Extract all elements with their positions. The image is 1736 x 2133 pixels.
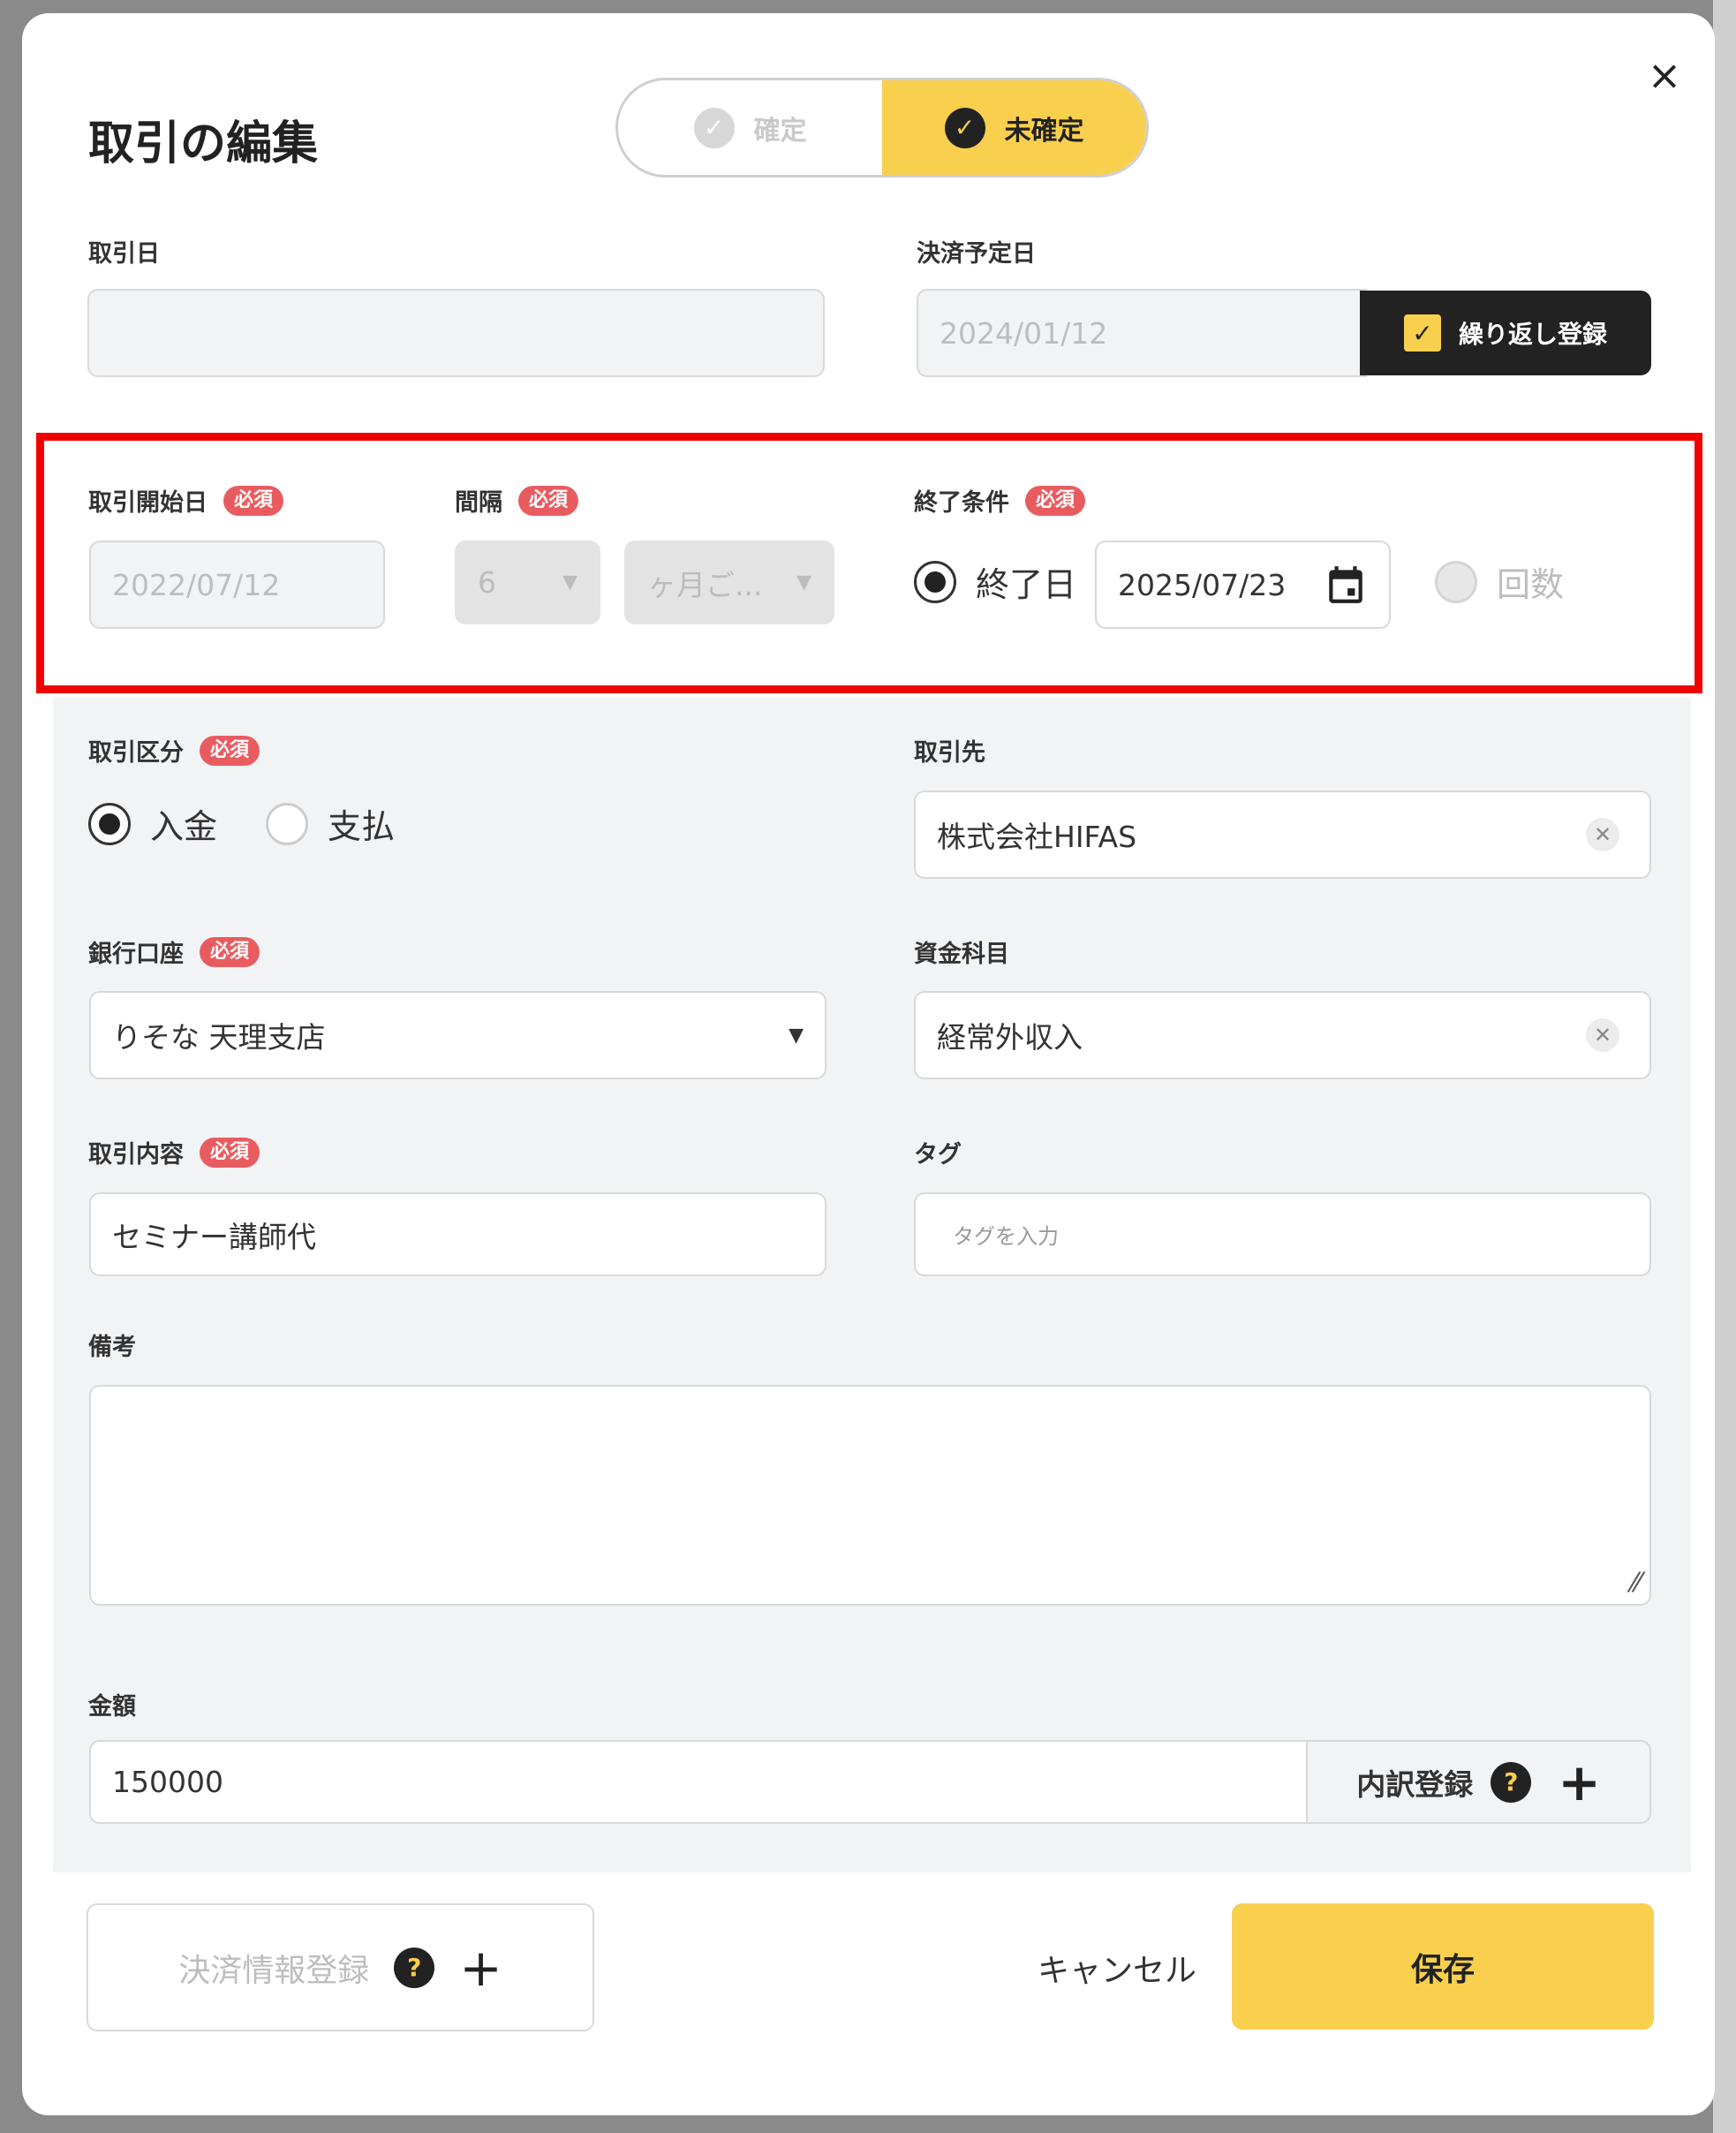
- bank-account-value: りそな 天理支店: [112, 1020, 326, 1055]
- settlement-date-input[interactable]: 2024/01/12: [917, 289, 1367, 377]
- status-toggle: ✓ 確定 ✓ 未確定: [615, 78, 1149, 178]
- backdrop: [1713, 0, 1736, 2133]
- save-button[interactable]: 保存: [1232, 1903, 1654, 2030]
- partner-value: 株式会社HIFAS: [937, 820, 1137, 854]
- caret-down-icon: ▼: [789, 1024, 804, 1047]
- fund-item-value: 経常外収入: [937, 1020, 1083, 1055]
- check-circle-icon: ✓: [944, 107, 985, 148]
- fund-item-input[interactable]: 経常外収入 ✕: [914, 991, 1651, 1079]
- radio-unchecked-icon: [266, 802, 308, 845]
- radio-checked-icon: [88, 802, 131, 845]
- memo-textarea[interactable]: ⁄⁄: [89, 1385, 1651, 1606]
- bank-account-select[interactable]: りそな 天理支店 ▼: [89, 991, 826, 1079]
- transaction-type-label-text: 取引区分: [88, 739, 184, 767]
- plus-icon: +: [459, 1937, 502, 1998]
- tags-label-text: タグ: [914, 1141, 962, 1169]
- payment-option-label: 支払: [328, 807, 396, 846]
- settlement-date-label: 決済予定日: [917, 234, 1036, 269]
- amount-value: 150000: [112, 1765, 223, 1799]
- partner-label: 取引先: [914, 733, 985, 768]
- transaction-date-label-text: 取引日: [88, 240, 160, 268]
- cancel-label: キャンセル: [1037, 1952, 1196, 1989]
- amount-label: 金額: [88, 1687, 136, 1721]
- content-label: 取引内容 必須: [88, 1135, 260, 1169]
- tags-placeholder: タグを入力: [953, 1224, 1059, 1249]
- required-badge: 必須: [200, 735, 260, 766]
- help-icon[interactable]: ?: [1491, 1761, 1532, 1803]
- transaction-date-label: 取引日: [88, 234, 160, 269]
- partner-input[interactable]: 株式会社HIFAS ✕: [914, 790, 1651, 879]
- resize-handle-icon[interactable]: ⁄⁄: [1632, 1568, 1641, 1599]
- amount-input[interactable]: 150000: [89, 1740, 1308, 1824]
- tags-label: タグ: [914, 1135, 962, 1169]
- clear-icon[interactable]: ✕: [1586, 818, 1619, 851]
- close-icon: ×: [1647, 51, 1682, 99]
- tags-input[interactable]: タグを入力: [914, 1192, 1651, 1276]
- settlement-date-value: 2024/01/12: [940, 315, 1108, 351]
- bank-account-label-text: 銀行口座: [88, 941, 184, 968]
- repeat-checkbox-icon[interactable]: ✓: [1403, 314, 1441, 352]
- close-button[interactable]: ×: [1642, 51, 1687, 99]
- save-label: 保存: [1410, 1951, 1475, 1988]
- payment-radio[interactable]: 支払: [266, 799, 395, 848]
- fund-item-label: 資金科目: [914, 934, 1009, 969]
- breakdown-label: 内訳登録: [1356, 1766, 1474, 1802]
- settlement-date-label-text: 決済予定日: [917, 240, 1036, 268]
- partner-label-text: 取引先: [914, 739, 985, 767]
- required-badge: 必須: [200, 1137, 260, 1168]
- dialog-title: 取引の編集: [88, 117, 319, 170]
- amount-label-text: 金額: [88, 1693, 136, 1721]
- plus-icon: +: [1558, 1751, 1601, 1812]
- income-option-label: 入金: [150, 807, 218, 846]
- transaction-date-input[interactable]: [87, 289, 825, 377]
- repeat-label: 繰り返し登録: [1458, 320, 1607, 349]
- edit-transaction-dialog: × 取引の編集 ✓ 確定 ✓ 未確定 取引日 決済予定日 2024/01/12 …: [22, 13, 1715, 2115]
- memo-label: 備考: [88, 1327, 136, 1362]
- toggle-unconfirmed[interactable]: ✓ 未確定: [882, 80, 1146, 175]
- transaction-type-label: 取引区分 必須: [88, 733, 260, 768]
- payment-info-label: 決済情報登録: [178, 1952, 370, 1989]
- toggle-unconfirmed-label: 未確定: [1004, 115, 1084, 147]
- repeat-registration-button[interactable]: ✓ 繰り返し登録: [1360, 291, 1651, 375]
- breakdown-button[interactable]: 内訳登録 ? +: [1306, 1740, 1651, 1824]
- content-label-text: 取引内容: [88, 1141, 184, 1169]
- bank-account-label: 銀行口座 必須: [88, 934, 260, 969]
- fund-item-label-text: 資金科目: [914, 941, 1009, 968]
- content-value: セミナー講師代: [112, 1219, 316, 1254]
- highlight-frame: [36, 433, 1702, 693]
- clear-icon[interactable]: ✕: [1586, 1018, 1619, 1052]
- required-badge: 必須: [200, 936, 260, 967]
- memo-label-text: 備考: [88, 1334, 136, 1361]
- check-circle-icon: ✓: [693, 107, 735, 148]
- toggle-confirmed-label: 確定: [753, 115, 807, 147]
- payment-info-button[interactable]: 決済情報登録 ? +: [87, 1903, 594, 2031]
- help-icon[interactable]: ?: [394, 1947, 435, 1988]
- content-input[interactable]: セミナー講師代: [89, 1192, 826, 1276]
- toggle-confirmed[interactable]: ✓ 確定: [618, 80, 882, 175]
- income-radio[interactable]: 入金: [88, 799, 217, 848]
- cancel-button[interactable]: キャンセル: [1020, 1930, 1214, 2005]
